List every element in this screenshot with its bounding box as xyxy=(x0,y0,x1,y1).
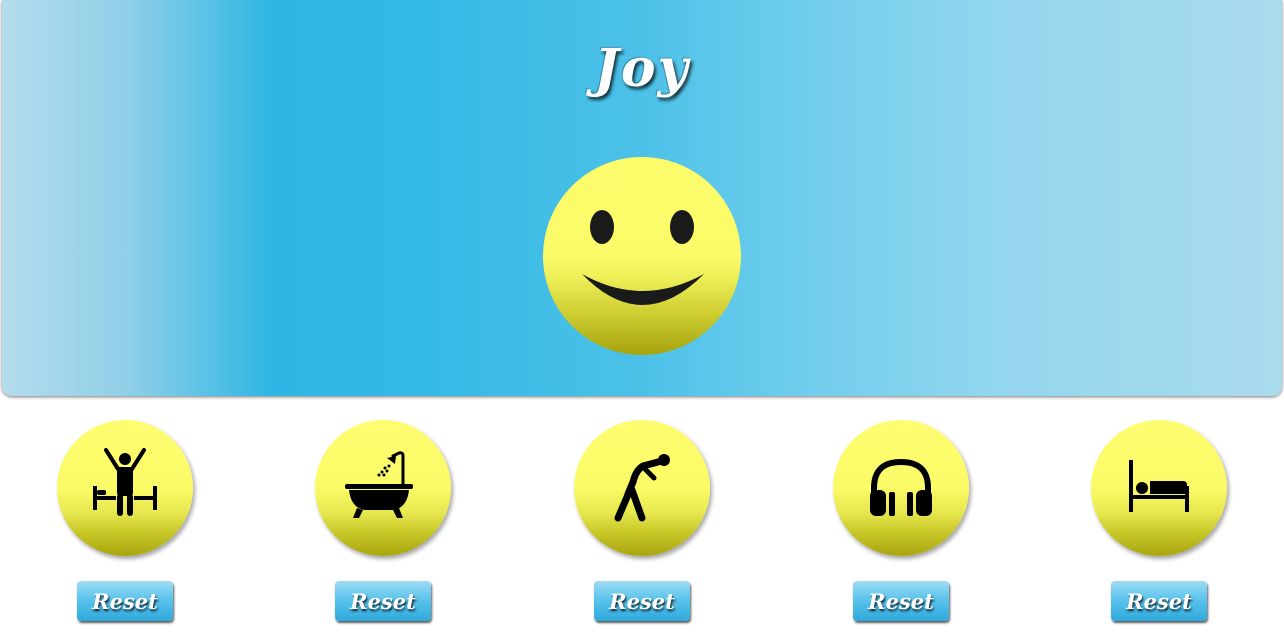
activity-stretching[interactable] xyxy=(574,420,710,556)
mood-title: Joy xyxy=(594,38,690,99)
activity-bath[interactable] xyxy=(315,420,451,556)
wake-up-icon xyxy=(93,448,157,516)
bath-shower-icon xyxy=(345,451,413,518)
reset-button-bath[interactable]: Reset xyxy=(335,581,431,621)
bed-sleep-icon xyxy=(1129,460,1189,512)
reset-button-stretching[interactable]: Reset xyxy=(594,581,690,621)
activity-sleep[interactable] xyxy=(1091,420,1227,556)
reset-button-sleep[interactable]: Reset xyxy=(1111,581,1207,621)
activity-wake-up[interactable] xyxy=(57,420,193,556)
activity-music[interactable] xyxy=(833,420,969,556)
reset-button-wake-up[interactable]: Reset xyxy=(77,581,173,621)
stretching-exercise-icon xyxy=(614,454,670,522)
smiley-face-icon xyxy=(543,157,741,355)
reset-button-music[interactable]: Reset xyxy=(853,581,949,621)
headphones-icon xyxy=(870,458,932,516)
